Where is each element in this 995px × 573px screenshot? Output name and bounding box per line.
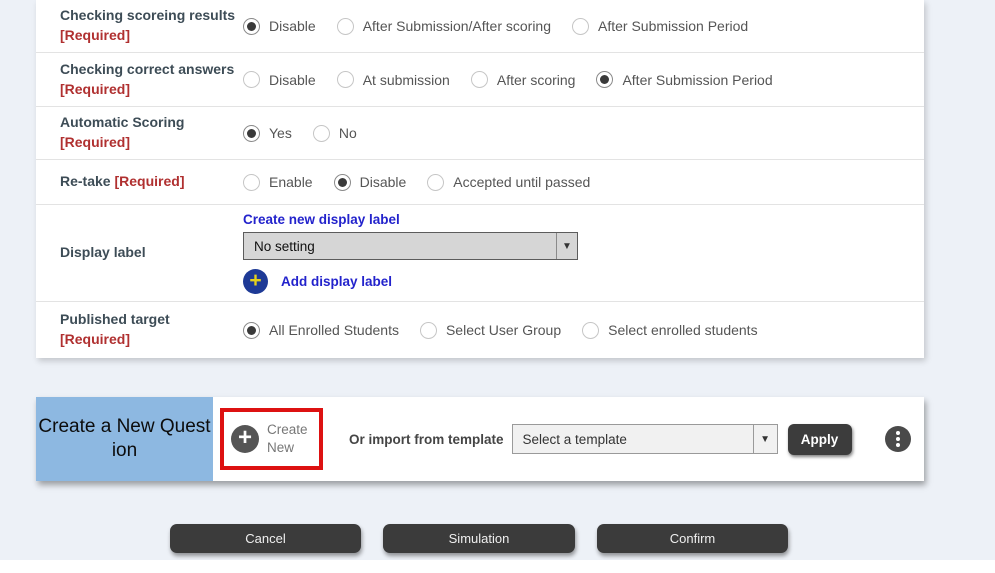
radio-icon[interactable] (337, 71, 354, 88)
row-label-text: Display label (60, 244, 146, 260)
required-badge: [Required] (60, 27, 130, 43)
add-display-label-button[interactable]: + Add display label (243, 269, 392, 294)
radio-icon[interactable] (471, 71, 488, 88)
radio-label: No (339, 125, 357, 141)
row-label: Display label (36, 243, 237, 263)
chevron-down-icon[interactable]: ▼ (556, 233, 577, 259)
required-badge: [Required] (60, 331, 130, 347)
row-label-text: Checking scoreing results (60, 7, 235, 23)
radio-icon[interactable] (572, 18, 589, 35)
required-badge: [Required] (60, 81, 130, 97)
cancel-button[interactable]: Cancel (170, 524, 361, 553)
radio-group-automatic-scoring: Yes No (237, 125, 357, 142)
radio-label: Yes (269, 125, 292, 141)
radio-icon[interactable] (334, 174, 351, 191)
radio-label: Disable (269, 72, 316, 88)
radio-icon[interactable] (243, 322, 260, 339)
radio-option-after-submission-period[interactable]: After Submission Period (596, 71, 772, 88)
radio-option-yes[interactable]: Yes (243, 125, 292, 142)
display-label-select[interactable]: No setting ▼ (243, 232, 578, 260)
radio-option-at-submission[interactable]: At submission (337, 71, 450, 88)
row-retake: Re-take [Required] Enable Disable Accept… (36, 159, 924, 204)
radio-group-retake: Enable Disable Accepted until passed (237, 174, 590, 191)
radio-option-accepted-until-passed[interactable]: Accepted until passed (427, 174, 590, 191)
create-new-button[interactable]: + Create New (220, 408, 323, 470)
row-automatic-scoring: Automatic Scoring [Required] Yes No (36, 106, 924, 159)
radio-option-select-user-group[interactable]: Select User Group (420, 322, 561, 339)
or-import-from-template-label: Or import from template (349, 432, 504, 447)
radio-label: Disable (360, 174, 407, 190)
apply-button[interactable]: Apply (788, 424, 852, 455)
plus-icon: + (231, 425, 259, 453)
radio-option-no[interactable]: No (313, 125, 357, 142)
row-label: Re-take [Required] (36, 172, 237, 192)
row-label-text: Automatic Scoring (60, 114, 184, 130)
radio-option-disable[interactable]: Disable (334, 174, 407, 191)
row-label-text: Checking correct answers (60, 61, 234, 77)
row-label: Checking scoreing results [Required] (36, 6, 237, 45)
radio-icon[interactable] (313, 125, 330, 142)
display-label-select-value: No setting (244, 239, 556, 254)
radio-option-disable[interactable]: Disable (243, 71, 316, 88)
row-checking-correct-answers: Checking correct answers [Required] Disa… (36, 52, 924, 106)
row-checking-scoring-results: Checking scoreing results [Required] Dis… (36, 0, 924, 52)
plus-icon[interactable]: + (243, 269, 268, 294)
radio-icon[interactable] (243, 71, 260, 88)
create-new-display-label-link[interactable]: Create new display label (243, 212, 400, 227)
section-title: Create a New Question (36, 397, 213, 481)
row-label: Automatic Scoring [Required] (36, 113, 237, 152)
radio-group-checking-correct-answers: Disable At submission After scoring Afte… (237, 71, 773, 88)
radio-label: Disable (269, 18, 316, 34)
row-label-text: Published target (60, 311, 170, 327)
radio-label: After scoring (497, 72, 576, 88)
row-label-text: Re-take (60, 173, 111, 189)
bottom-white-strip (0, 560, 995, 573)
confirm-button[interactable]: Confirm (597, 524, 788, 553)
radio-label: After Submission Period (598, 18, 748, 34)
row-label: Published target [Required] (36, 310, 237, 349)
template-select[interactable]: Select a template ▼ (512, 424, 778, 454)
radio-icon[interactable] (337, 18, 354, 35)
section-body: + Create New Or import from template Sel… (213, 397, 924, 481)
radio-icon[interactable] (596, 71, 613, 88)
radio-option-enable[interactable]: Enable (243, 174, 313, 191)
radio-icon[interactable] (427, 174, 444, 191)
radio-option-disable[interactable]: Disable (243, 18, 316, 35)
radio-icon[interactable] (243, 174, 260, 191)
required-badge: [Required] (114, 173, 184, 189)
radio-label: Select User Group (446, 322, 561, 338)
simulation-button[interactable]: Simulation (383, 524, 575, 553)
kebab-menu-icon[interactable] (885, 426, 911, 452)
radio-icon[interactable] (243, 125, 260, 142)
display-label-controls: Create new display label No setting ▼ + … (237, 212, 578, 294)
row-published-target: Published target [Required] All Enrolled… (36, 301, 924, 358)
add-display-label-link[interactable]: Add display label (281, 274, 392, 289)
radio-label: Select enrolled students (608, 322, 757, 338)
radio-group-published-target: All Enrolled Students Select User Group … (237, 322, 758, 339)
chevron-down-icon[interactable]: ▼ (753, 425, 777, 453)
radio-group-checking-scoring-results: Disable After Submission/After scoring A… (237, 18, 748, 35)
radio-label: At submission (363, 72, 450, 88)
radio-option-all-enrolled-students[interactable]: All Enrolled Students (243, 322, 399, 339)
radio-option-after-submission-period[interactable]: After Submission Period (572, 18, 748, 35)
radio-label: After Submission/After scoring (363, 18, 551, 34)
required-badge: [Required] (60, 134, 130, 150)
radio-label: Accepted until passed (453, 174, 590, 190)
create-question-section: Create a New Question + Create New Or im… (36, 397, 924, 481)
radio-option-after-scoring[interactable]: After scoring (471, 71, 576, 88)
radio-icon[interactable] (420, 322, 437, 339)
radio-label: After Submission Period (622, 72, 772, 88)
radio-icon[interactable] (582, 322, 599, 339)
radio-option-select-enrolled-students[interactable]: Select enrolled students (582, 322, 757, 339)
radio-option-after-submission-after-scoring[interactable]: After Submission/After scoring (337, 18, 551, 35)
row-label: Checking correct answers [Required] (36, 60, 237, 99)
radio-label: Enable (269, 174, 313, 190)
quiz-settings-form: Checking scoreing results [Required] Dis… (36, 0, 924, 358)
template-select-value: Select a template (513, 432, 753, 447)
row-display-label: Display label Create new display label N… (36, 204, 924, 301)
radio-icon[interactable] (243, 18, 260, 35)
radio-label: All Enrolled Students (269, 322, 399, 338)
create-new-button-label: Create New (267, 421, 313, 456)
